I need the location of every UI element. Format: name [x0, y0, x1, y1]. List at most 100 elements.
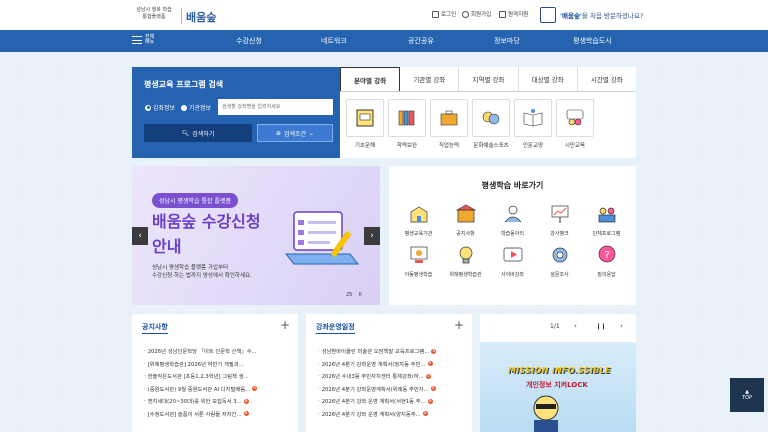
- promo-next-button[interactable]: ›: [620, 322, 623, 330]
- banner-next-button[interactable]: ›: [364, 227, 380, 245]
- promo-title: MISSION INFO.SSIBLE: [508, 366, 611, 375]
- nav-item-network[interactable]: 네트워크: [321, 36, 347, 46]
- board-icon: [410, 246, 427, 263]
- category-humanities[interactable]: 인문교양: [514, 99, 552, 149]
- schedule-title: 강좌운영일정: [316, 322, 355, 334]
- list-item[interactable]: · 2026년 4분기 강좌운영계획서(위례동 주민자... N: [318, 383, 436, 396]
- logo-divider: [181, 8, 182, 24]
- first-visit-link[interactable]: '배움숲'을 처음 방문하셨나요?: [540, 7, 643, 23]
- list-item[interactable]: · 찐지세대(20~30대)를 위한 모집독서 3... N: [144, 395, 257, 408]
- schedule-panel: 강좌운영일정 + · 성남환바이올린 미술관 오담책발 교육프로그램... N ·…: [306, 314, 472, 432]
- chevron-right-icon: ›: [620, 322, 623, 330]
- lock-icon: [432, 10, 439, 18]
- open-book-icon: [514, 99, 552, 137]
- guide-icon: [540, 7, 556, 23]
- quick-cyber-course[interactable]: 사이버강좌: [489, 243, 536, 278]
- notice-more-icon[interactable]: +: [280, 318, 290, 332]
- category-basic-literacy[interactable]: 기초문해: [346, 99, 384, 149]
- signup-link[interactable]: 회원가입: [462, 10, 491, 18]
- search-icon: 🔍︎: [181, 129, 190, 137]
- list-item[interactable]: · 2026년 수내3동 주민자치센터 통체강좌(하... N: [318, 370, 436, 383]
- tab-by-target[interactable]: 대상별 강좌: [519, 67, 578, 91]
- all-menu-button[interactable]: 전체메뉴: [132, 35, 157, 45]
- list-item[interactable]: · [위례평생학습관] 2026년 하반기 개필과...: [144, 358, 257, 371]
- team-icon: [598, 207, 615, 223]
- group-icon: [504, 205, 521, 223]
- tab-by-field[interactable]: 분야별 강좌: [340, 67, 401, 91]
- search-button[interactable]: 🔍︎ 검색하기: [144, 124, 252, 142]
- list-item[interactable]: · 2026년 4분기 강좌 운영 계획서(서현1동 주... N: [318, 395, 436, 408]
- category-academic[interactable]: 학력보완: [388, 99, 426, 149]
- monitor-icon: [499, 10, 506, 18]
- course-category-tabs: 분야별 강좌 기관별 강좌 지역별 강좌 대상별 강좌 시간별 강좌 기초문해 …: [340, 67, 636, 158]
- login-link[interactable]: 로그인: [432, 10, 456, 18]
- search-filter-button[interactable]: ⊕ 검색조건 ⌄: [257, 124, 333, 142]
- tab-by-institution[interactable]: 기관별 강좌: [400, 67, 460, 91]
- notice-title: 공지사항: [142, 322, 168, 334]
- quick-qna[interactable]: ? 질의응답: [583, 243, 630, 278]
- promo-image[interactable]: MISSION INFO.SSIBLE 개인정보 지켜LOCK: [480, 342, 636, 432]
- radio-unselected-icon: [181, 104, 187, 111]
- quick-group-program[interactable]: 단체프로그램: [583, 202, 630, 237]
- masks-icon: [472, 99, 510, 137]
- schedule-more-icon[interactable]: +: [454, 318, 464, 332]
- banner-title-2: 안내: [152, 237, 182, 256]
- list-item[interactable]: · 성남환바이올린 미술관 오담책발 교육프로그램... N: [318, 345, 437, 358]
- quick-instructor-bank[interactable]: 강사뱅크: [536, 202, 583, 237]
- banner-prev-button[interactable]: ‹: [132, 227, 148, 245]
- list-item[interactable]: · 2026년 4분기 강좌운영 계획서(정자동 주민... N: [318, 358, 436, 371]
- remote-support-link[interactable]: 원격지원: [499, 10, 528, 18]
- new-badge-icon: N: [425, 373, 431, 379]
- nav-item-info[interactable]: 정보마당: [494, 36, 520, 46]
- tab-by-time[interactable]: 시간별 강좌: [578, 67, 636, 91]
- list-item[interactable]: · (중원도서관) 9월 중원도서관 AI 디지털배움... N: [144, 383, 258, 396]
- nav-item-space-sharing[interactable]: 공간공유: [408, 36, 434, 46]
- briefcase-icon: [430, 99, 468, 137]
- pause-icon[interactable]: II: [359, 292, 362, 298]
- user-icon: [462, 10, 469, 18]
- list-item[interactable]: · [수정도서관] 슬픔이 서툰 사람들 저자간... N: [144, 408, 257, 421]
- quick-survey[interactable]: 설문조사: [536, 243, 583, 278]
- search-title: 평생교육 프로그램 검색: [144, 80, 224, 89]
- list-item[interactable]: · 2026년 성남인문학당 「이트 인문학 산책」수...: [144, 345, 257, 358]
- category-culture-arts[interactable]: 문화예술스포츠: [472, 99, 510, 149]
- top-bar: 성남시 행복 학습 통합플랫폼 배움숲 로그인 회원가입 원격지원 '배움숲'을 …: [0, 0, 768, 30]
- video-icon: [503, 247, 522, 262]
- scroll-top-button[interactable]: ▲ TOP: [730, 378, 764, 412]
- site-logo[interactable]: 성남시 행복 학습 통합플랫폼 배움숲: [130, 5, 225, 27]
- quick-notice[interactable]: 공지사항: [442, 202, 489, 237]
- new-badge-icon: N: [427, 398, 433, 404]
- tab-row: 분야별 강좌 기관별 강좌 지역별 강좌 대상별 강좌 시간별 강좌: [340, 67, 636, 92]
- people-icon: [556, 99, 594, 137]
- promo-pause-button[interactable]: ❙❙: [596, 323, 606, 330]
- quick-wirye-center[interactable]: 위례평생학습관: [442, 243, 489, 278]
- program-search-panel: 평생교육 프로그램 검색 강좌정보 기관정보 🔍︎검색하기 ⊕검색조건⌄: [132, 67, 340, 158]
- radio-course-info[interactable]: 강좌정보: [145, 103, 175, 112]
- gear-icon: [552, 247, 567, 263]
- category-job-skills[interactable]: 직업능력: [430, 99, 468, 149]
- quick-child-learning[interactable]: 아동평생학습: [395, 243, 442, 278]
- search-input[interactable]: [218, 99, 333, 115]
- tab-by-region[interactable]: 지역별 강좌: [459, 67, 519, 91]
- books-icon: [388, 99, 426, 137]
- promo-prev-button[interactable]: ‹: [574, 322, 577, 330]
- quick-links-grid: 평생교육기관 공지사항 학습동아리 강사뱅크 단체프로그램 아동평생학습 위례평…: [395, 202, 630, 278]
- logo-subtitle: 성남시 행복 학습 통합플랫폼: [136, 7, 172, 20]
- list-item[interactable]: · 2026년 4분기 강좌 운영 계획서(양지동주... N: [318, 408, 436, 421]
- radio-institution-info[interactable]: 기관정보: [181, 103, 211, 112]
- promo-slider: 1/1 ‹ ❙❙ › MISSION INFO.SSIBLE 개인정보 지켜LO…: [480, 314, 636, 432]
- nav-item-learning-city[interactable]: 평생학습도시: [573, 36, 612, 46]
- banner-pagination: 25 II: [346, 292, 362, 298]
- new-badge-icon: N: [243, 411, 249, 417]
- nav-item-course-apply[interactable]: 수강신청: [236, 36, 262, 46]
- quick-links-panel: 평생학습 바로가기 평생교육기관 공지사항 학습동아리 강사뱅크 단체프로그램 …: [389, 166, 636, 305]
- pause-icon: ❙❙: [596, 323, 607, 330]
- list-item[interactable]: · 한솔작은도서관 [초등1,2,3학년] 그림책 생...: [144, 370, 257, 383]
- promo-subtitle: 개인정보 지켜LOCK: [526, 381, 588, 389]
- quick-institution[interactable]: 평생교육기관: [395, 202, 442, 237]
- quick-study-club[interactable]: 학습동아리: [489, 202, 536, 237]
- banner-pill: 성남시 평생학습 통합 플랫폼: [152, 193, 238, 208]
- main-banner[interactable]: 성남시 평생학습 통합 플랫폼 배움숲 수강신청 안내 성남시 평생학습 플랫폼…: [132, 166, 380, 305]
- chevron-left-icon: ‹: [574, 322, 577, 330]
- category-citizen-education[interactable]: 시민교육: [556, 99, 594, 149]
